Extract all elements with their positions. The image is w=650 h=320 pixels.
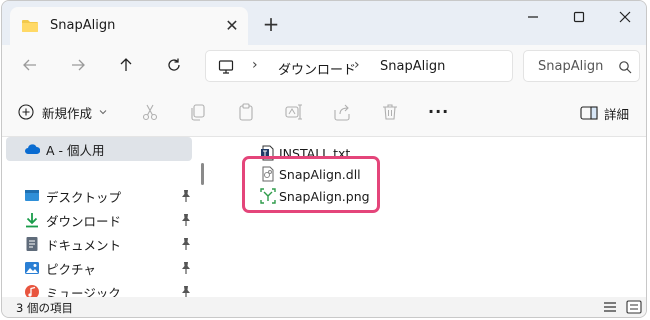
- pin-icon[interactable]: [180, 285, 192, 297]
- close-icon: [619, 11, 631, 23]
- cloud-icon: [25, 144, 40, 154]
- paste-icon[interactable]: [236, 102, 256, 122]
- refresh-icon: [168, 58, 180, 71]
- item-count: 3 個の項目: [16, 301, 73, 315]
- minimize-icon: [528, 16, 538, 18]
- pin-icon[interactable]: [180, 237, 192, 251]
- search-input[interactable]: SnapAlign: [523, 50, 640, 82]
- up-button[interactable]: [112, 53, 140, 77]
- highlight-annotation: [242, 156, 380, 213]
- sidebar-item-label: ドキュメント: [46, 237, 122, 253]
- sidebar-item-documents[interactable]: ドキュメント: [2, 232, 200, 256]
- list-view-icon[interactable]: [602, 300, 618, 314]
- breadcrumb-separator: ›: [252, 57, 258, 73]
- status-bar: 3 個の項目: [2, 297, 646, 317]
- sidebar-item-label: デスクトップ: [46, 189, 122, 205]
- pin-icon[interactable]: [180, 261, 192, 275]
- pin-icon[interactable]: [180, 189, 192, 203]
- sidebar-item-desktop[interactable]: デスクトップ: [2, 184, 200, 208]
- plus-circle-icon: [18, 104, 34, 120]
- navigation-pane: A - 個人用 デスクトップ ダウンロード ドキュメント ピクチャ ミュージック: [2, 137, 200, 297]
- minimize-button[interactable]: [510, 1, 556, 33]
- breadcrumb-separator: ›: [354, 57, 360, 73]
- copy-icon[interactable]: [188, 102, 208, 122]
- delete-icon[interactable]: [380, 102, 400, 122]
- sidebar-item-pictures[interactable]: ピクチャ: [2, 256, 200, 280]
- sidebar-item-music[interactable]: ミュージック: [2, 280, 200, 297]
- forward-button[interactable]: [64, 53, 92, 77]
- music-icon: [25, 285, 39, 297]
- share-icon[interactable]: [332, 102, 352, 122]
- close-window-button[interactable]: [602, 1, 646, 33]
- sidebar-scrollbar[interactable]: [201, 163, 204, 185]
- arrow-up-icon: [120, 58, 132, 71]
- desktop-icon: [25, 190, 39, 201]
- refresh-button[interactable]: [160, 53, 188, 77]
- pin-icon[interactable]: [180, 213, 192, 227]
- rename-icon[interactable]: [284, 102, 304, 122]
- folder-icon: [22, 20, 38, 32]
- new-button-label: 新規作成: [42, 105, 93, 121]
- title-bar: SnapAlign ✕ +: [2, 1, 646, 45]
- tab-snapalign[interactable]: SnapAlign ✕: [10, 7, 248, 45]
- document-icon: [26, 237, 38, 251]
- details-pane-icon: [580, 106, 598, 120]
- sidebar-item-personal[interactable]: A - 個人用: [6, 137, 192, 161]
- sidebar-item-label: ミュージック: [46, 285, 121, 298]
- address-bar[interactable]: › ダウンロード › SnapAlign: [205, 50, 513, 82]
- sidebar-item-downloads[interactable]: ダウンロード: [2, 208, 200, 232]
- search-icon: [619, 61, 632, 74]
- sidebar-item-label: ダウンロード: [46, 213, 122, 229]
- new-button[interactable]: 新規作成: [18, 101, 107, 123]
- sidebar-item-label: ピクチャ: [46, 261, 96, 277]
- tiles-view-icon[interactable]: [626, 300, 642, 314]
- new-tab-button[interactable]: +: [260, 13, 282, 35]
- maximize-button[interactable]: [556, 1, 602, 33]
- details-label: 詳細: [604, 106, 630, 122]
- search-placeholder: SnapAlign: [538, 59, 604, 74]
- more-options-button[interactable]: ···: [428, 102, 449, 121]
- maximize-icon: [573, 11, 585, 23]
- tab-title: SnapAlign: [50, 18, 116, 33]
- cut-icon[interactable]: [140, 102, 160, 122]
- arrow-right-icon: [72, 59, 85, 71]
- explorer-window: SnapAlign ✕ + › ダウンロード › SnapAlign SnapA…: [1, 0, 647, 318]
- arrow-left-icon: [23, 59, 36, 71]
- download-icon: [26, 213, 38, 228]
- details-pane-button[interactable]: 詳細: [580, 103, 629, 123]
- tab-close-icon[interactable]: ✕: [222, 16, 242, 36]
- picture-icon: [25, 262, 39, 274]
- command-bar: 新規作成 ··· 詳細: [2, 85, 646, 137]
- breadcrumb-downloads[interactable]: ダウンロード: [278, 59, 356, 78]
- computer-icon: [218, 60, 234, 74]
- back-button[interactable]: [16, 53, 44, 77]
- address-row: › ダウンロード › SnapAlign SnapAlign: [2, 45, 646, 85]
- sidebar-item-label: A - 個人用: [46, 142, 105, 158]
- breadcrumb-snapalign[interactable]: SnapAlign: [380, 59, 445, 74]
- chevron-down-icon: [99, 110, 107, 115]
